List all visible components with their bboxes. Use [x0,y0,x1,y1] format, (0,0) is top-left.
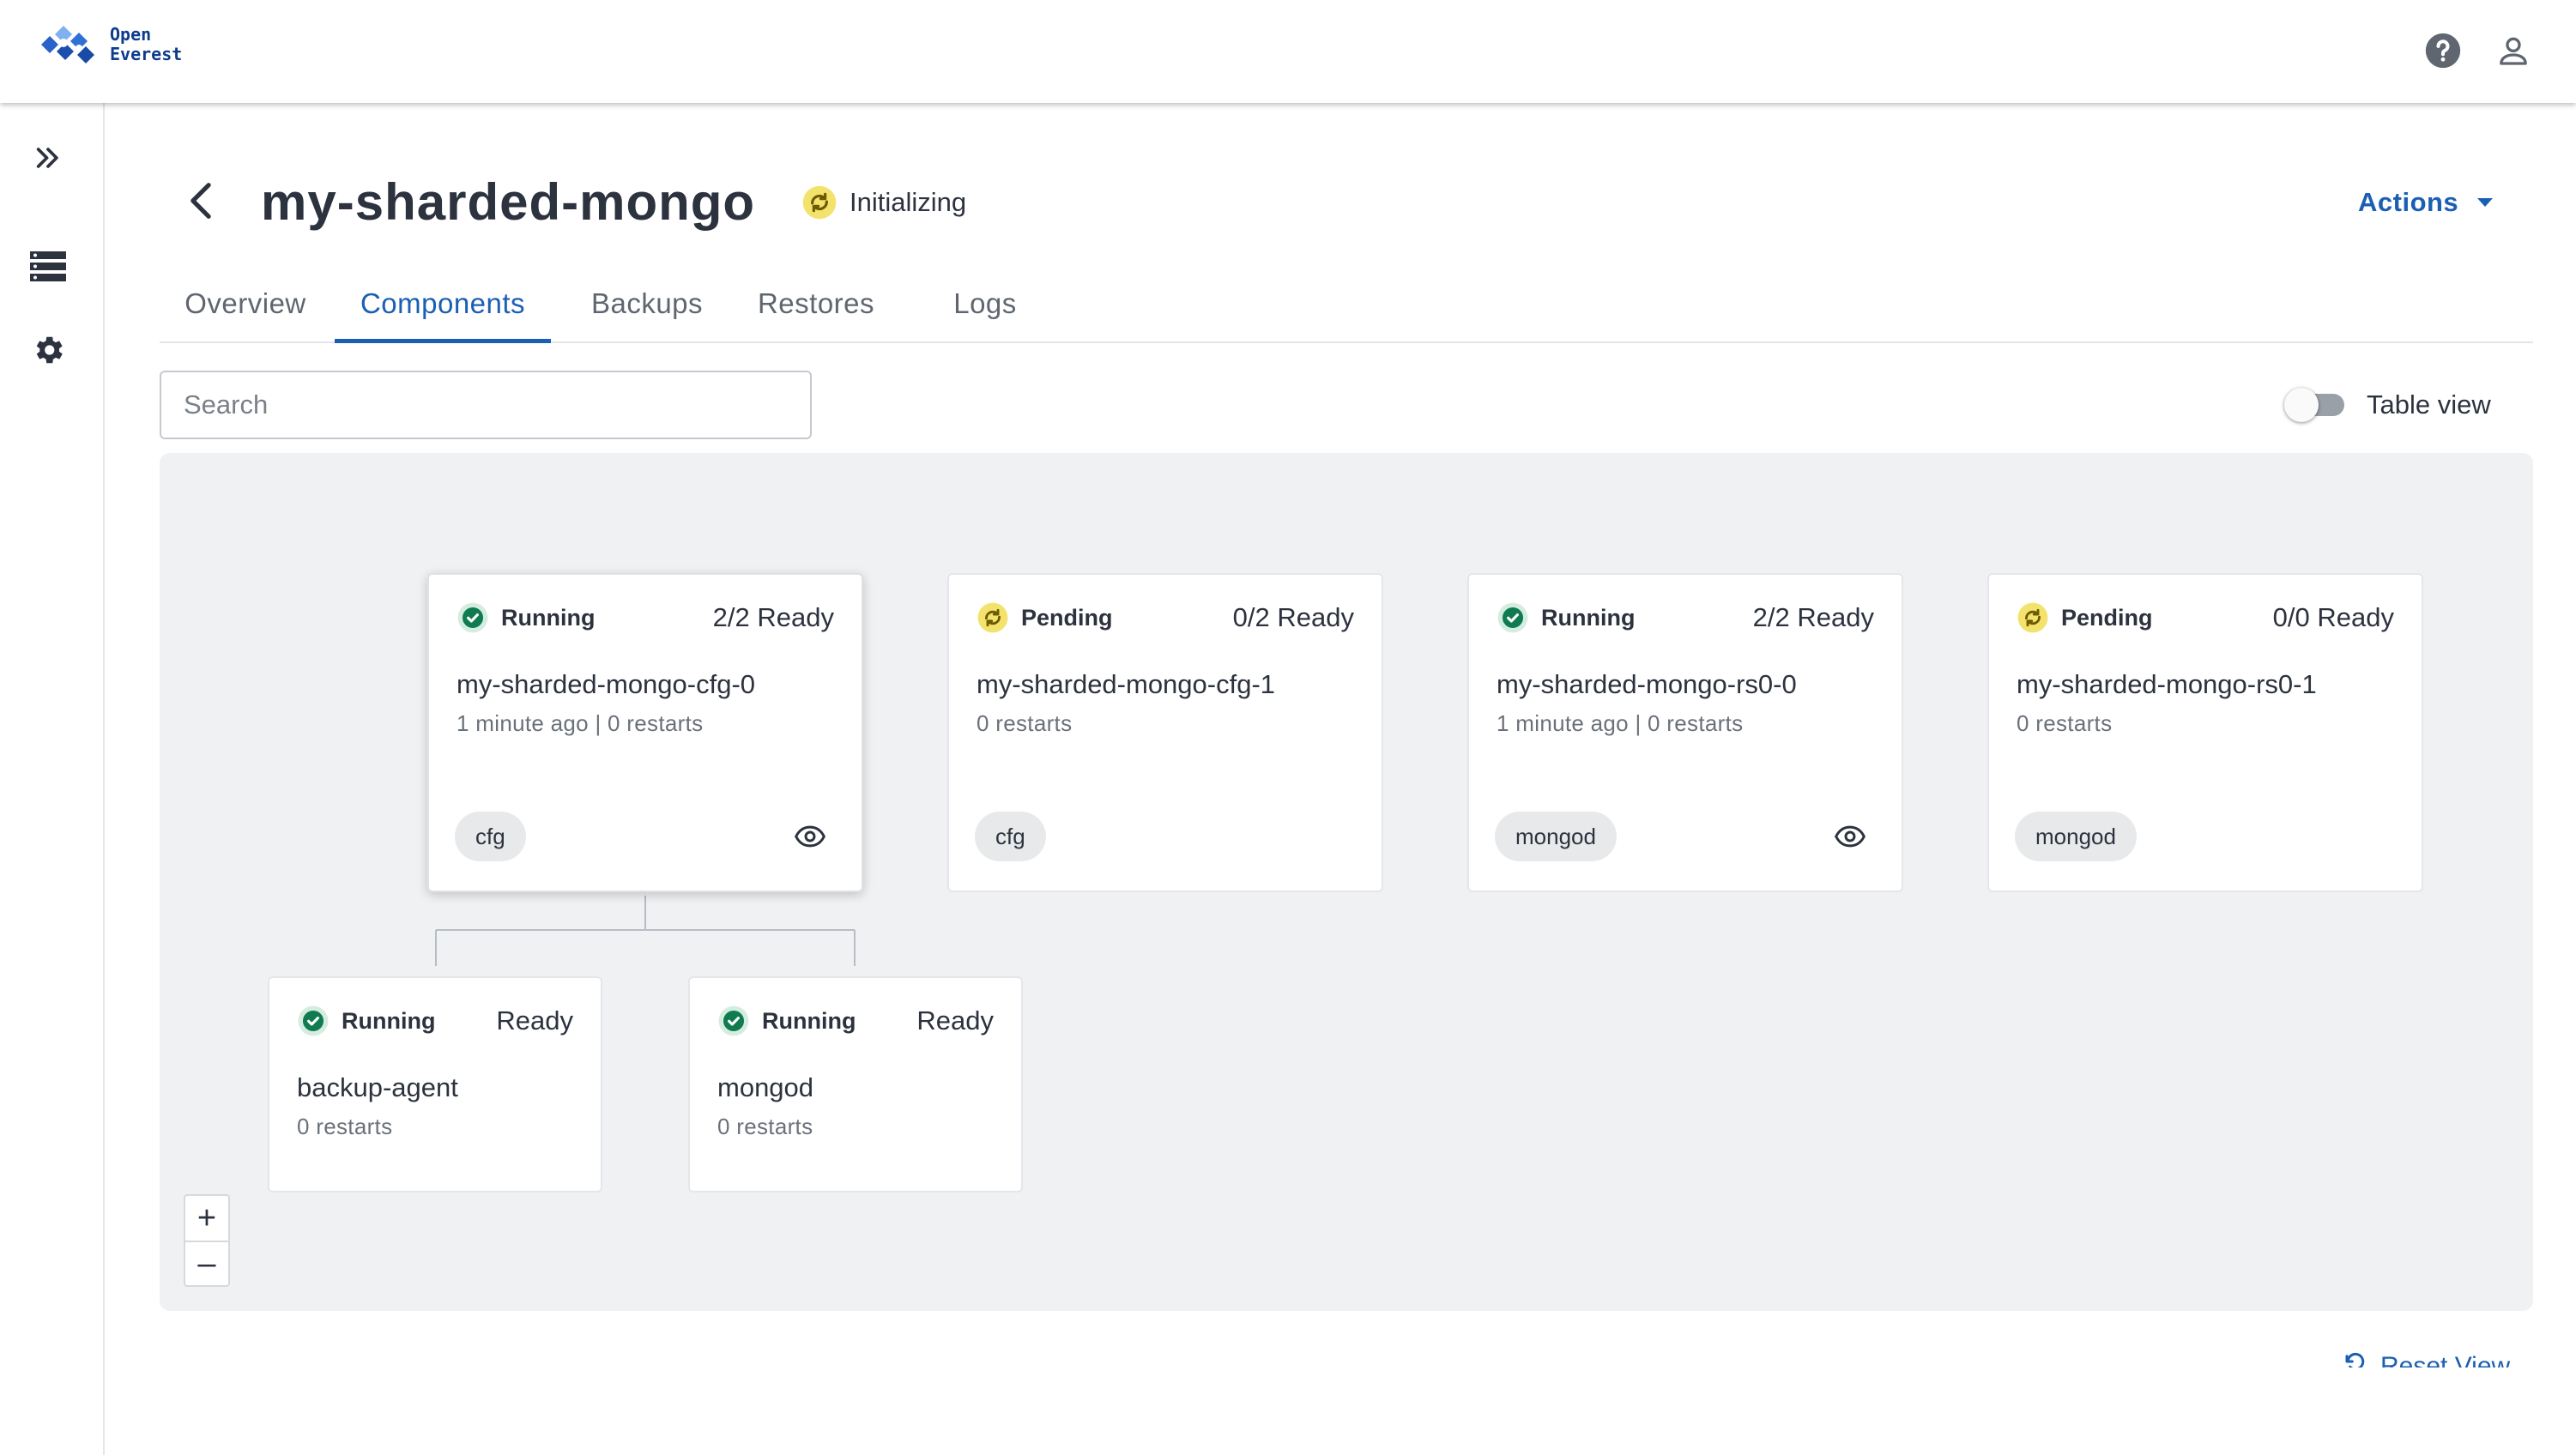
component-ready-count: 0/0 Ready [2272,602,2394,632]
components-canvas[interactable]: Running 2/2 Ready my-sharded-mongo-cfg-0… [160,453,2533,1311]
view-button[interactable] [1833,822,1867,851]
actions-label: Actions [2358,187,2459,217]
component-card[interactable]: Running 2/2 Ready my-sharded-mongo-cfg-0… [427,573,863,892]
component-details: 0 restarts [2017,710,2113,736]
component-card[interactable]: Pending 0/0 Ready my-sharded-mongo-rs0-1… [1987,573,2423,892]
component-status-text: Running [501,604,596,631]
component-details: 1 minute ago | 0 restarts [1497,710,1744,736]
component-name: my-sharded-mongo-cfg-1 [977,669,1276,699]
component-card[interactable]: Pending 0/2 Ready my-sharded-mongo-cfg-1… [947,573,1383,892]
container-name: backup-agent [297,1072,458,1102]
database-list-icon [30,251,66,281]
container-status: Running [297,1004,435,1038]
sidebar-expand-button[interactable] [24,134,72,182]
brand-line-2: Everest [110,44,183,64]
component-status-text: Pending [1021,604,1113,631]
container-card[interactable]: Running Ready mongod 0 restarts [688,976,1023,1192]
table-view-toggle[interactable]: Table view [2284,383,2491,427]
container-name: mongod [717,1072,814,1102]
tab-logs[interactable]: Logs [915,266,1055,341]
check-circle-icon [457,602,488,633]
brand-logo[interactable]: Open Everest [38,19,182,70]
sync-icon [2017,602,2048,633]
sync-icon [802,185,837,220]
actions-button[interactable]: Actions [2358,178,2494,226]
help-button[interactable] [2420,27,2466,74]
reset-view-button[interactable]: Reset View [2343,1349,2510,1367]
sidebar-item-databases[interactable] [24,242,72,290]
chevron-left-icon [190,183,211,219]
container-status-text: Running [762,1007,856,1034]
toggle-switch[interactable] [2284,388,2344,422]
component-status-text: Running [1541,604,1636,631]
page-title: my-sharded-mongo [261,173,756,231]
component-type-chip: mongod [2015,812,2137,861]
reset-view-label: Reset View [2380,1352,2511,1367]
check-circle-icon [718,1005,749,1036]
back-button[interactable] [177,177,225,225]
gear-icon [36,336,63,364]
component-type-chip: mongod [1495,812,1617,861]
component-details: 0 restarts [977,710,1073,736]
component-ready-count: 2/2 Ready [712,602,834,632]
puzzle-logo-icon [41,26,94,63]
zoom-controls: + – [184,1194,230,1287]
container-details: 0 restarts [297,1114,393,1139]
caret-down-icon [2477,198,2494,207]
component-type-chip: cfg [455,812,526,861]
help-icon [2425,33,2461,69]
view-button[interactable] [793,822,827,851]
sidebar [0,103,105,1455]
cluster-status-text: Initializing [850,187,967,217]
eye-icon [1835,825,1865,848]
zoom-out-button[interactable]: – [185,1241,228,1285]
tab-overview[interactable]: Overview [160,266,331,341]
tab-restores[interactable]: Restores [735,266,898,341]
brand-name: Open Everest [110,25,182,64]
component-status-text: Pending [2061,604,2153,631]
eye-icon [795,825,825,848]
container-status-text: Running [342,1007,436,1034]
search-input[interactable] [160,371,812,439]
component-details: 1 minute ago | 0 restarts [457,710,704,736]
check-circle-icon [1497,602,1528,633]
tab-bar: Overview Components Backups Restores Log… [160,266,2533,343]
component-card[interactable]: Running 2/2 Ready my-sharded-mongo-rs0-0… [1467,573,1903,892]
component-name: my-sharded-mongo-rs0-1 [2017,669,2317,699]
table-view-label: Table view [2367,389,2491,420]
container-card[interactable]: Running Ready backup-agent 0 restarts [268,976,602,1192]
component-status: Running [457,601,595,635]
component-name: my-sharded-mongo-rs0-0 [1497,669,1797,699]
component-type-chip: cfg [975,812,1046,861]
chevron-double-right-icon [36,148,58,168]
cluster-status: Initializing [801,184,966,221]
user-icon [2500,37,2527,65]
sync-icon [977,602,1008,633]
container-ready: Ready [496,1005,573,1035]
component-name: my-sharded-mongo-cfg-0 [457,669,756,699]
container-status: Running [717,1004,856,1038]
container-details: 0 restarts [717,1114,813,1139]
refresh-icon [2345,1352,2365,1367]
container-ready: Ready [916,1005,994,1035]
user-menu-button[interactable] [2490,27,2537,74]
sidebar-item-settings[interactable] [24,326,72,374]
component-status: Pending [2017,601,2153,635]
check-circle-icon [298,1005,329,1036]
tab-components[interactable]: Components [335,266,551,343]
component-ready-count: 0/2 Ready [1232,602,1354,632]
brand-line-1: Open [110,24,152,45]
zoom-in-button[interactable]: + [185,1196,228,1241]
component-status: Running [1497,601,1635,635]
top-bar: Open Everest [0,0,2576,103]
toggle-knob [2284,388,2319,422]
component-status: Pending [977,601,1113,635]
component-ready-count: 2/2 Ready [1752,602,1874,632]
tab-backups[interactable]: Backups [561,266,733,341]
